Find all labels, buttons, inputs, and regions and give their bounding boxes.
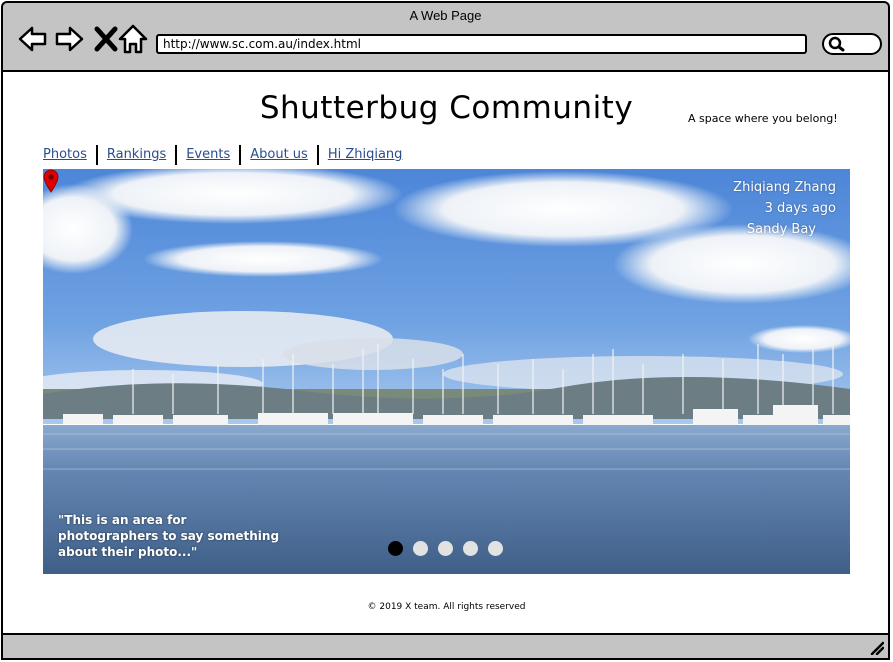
window-title: A Web Page xyxy=(409,8,482,23)
photo-location[interactable]: Sandy Bay xyxy=(733,219,836,240)
location-pin-icon xyxy=(43,169,59,193)
carousel-indicators xyxy=(388,541,503,556)
photo-caption: "This is an area for photographers to sa… xyxy=(58,513,280,559)
hero-carousel[interactable]: Zhiqiang Zhang 3 days ago Sandy Bay "Thi… xyxy=(43,169,850,574)
main-nav: Photos Rankings Events About us Hi Zhiqi… xyxy=(43,145,411,165)
nav-events[interactable]: Events xyxy=(177,145,242,165)
nav-photos[interactable]: Photos xyxy=(43,145,98,165)
photo-posted-time: 3 days ago xyxy=(764,201,836,216)
nav-about-us[interactable]: About us xyxy=(241,145,319,165)
photo-author[interactable]: Zhiqiang Zhang xyxy=(733,177,836,198)
browser-search-field[interactable] xyxy=(822,33,882,55)
carousel-dot-4[interactable] xyxy=(463,541,478,556)
address-bar[interactable]: http://www.sc.com.au/index.html xyxy=(156,34,807,54)
carousel-dot-3[interactable] xyxy=(438,541,453,556)
carousel-dot-5[interactable] xyxy=(488,541,503,556)
tagline: A space where you belong! xyxy=(688,112,838,125)
back-arrow-icon[interactable] xyxy=(17,23,49,55)
browser-window: A Web Page http://www.sc.com.au/index.ht… xyxy=(0,0,893,662)
nav-rankings[interactable]: Rankings xyxy=(98,145,178,165)
carousel-dot-1[interactable] xyxy=(388,541,403,556)
footer-copyright: © 2019 X team. All rights reserved xyxy=(367,602,526,612)
browser-toolbar: A Web Page http://www.sc.com.au/index.ht… xyxy=(1,1,890,72)
home-icon[interactable] xyxy=(117,23,149,55)
search-icon xyxy=(828,36,845,52)
nav-user-greeting[interactable]: Hi Zhiqiang xyxy=(319,145,412,165)
browser-status-bar xyxy=(1,633,890,660)
carousel-dot-2[interactable] xyxy=(413,541,428,556)
photo-meta: Zhiqiang Zhang 3 days ago Sandy Bay xyxy=(733,177,836,240)
resize-grip-icon[interactable] xyxy=(868,639,884,655)
forward-arrow-icon[interactable] xyxy=(53,23,85,55)
